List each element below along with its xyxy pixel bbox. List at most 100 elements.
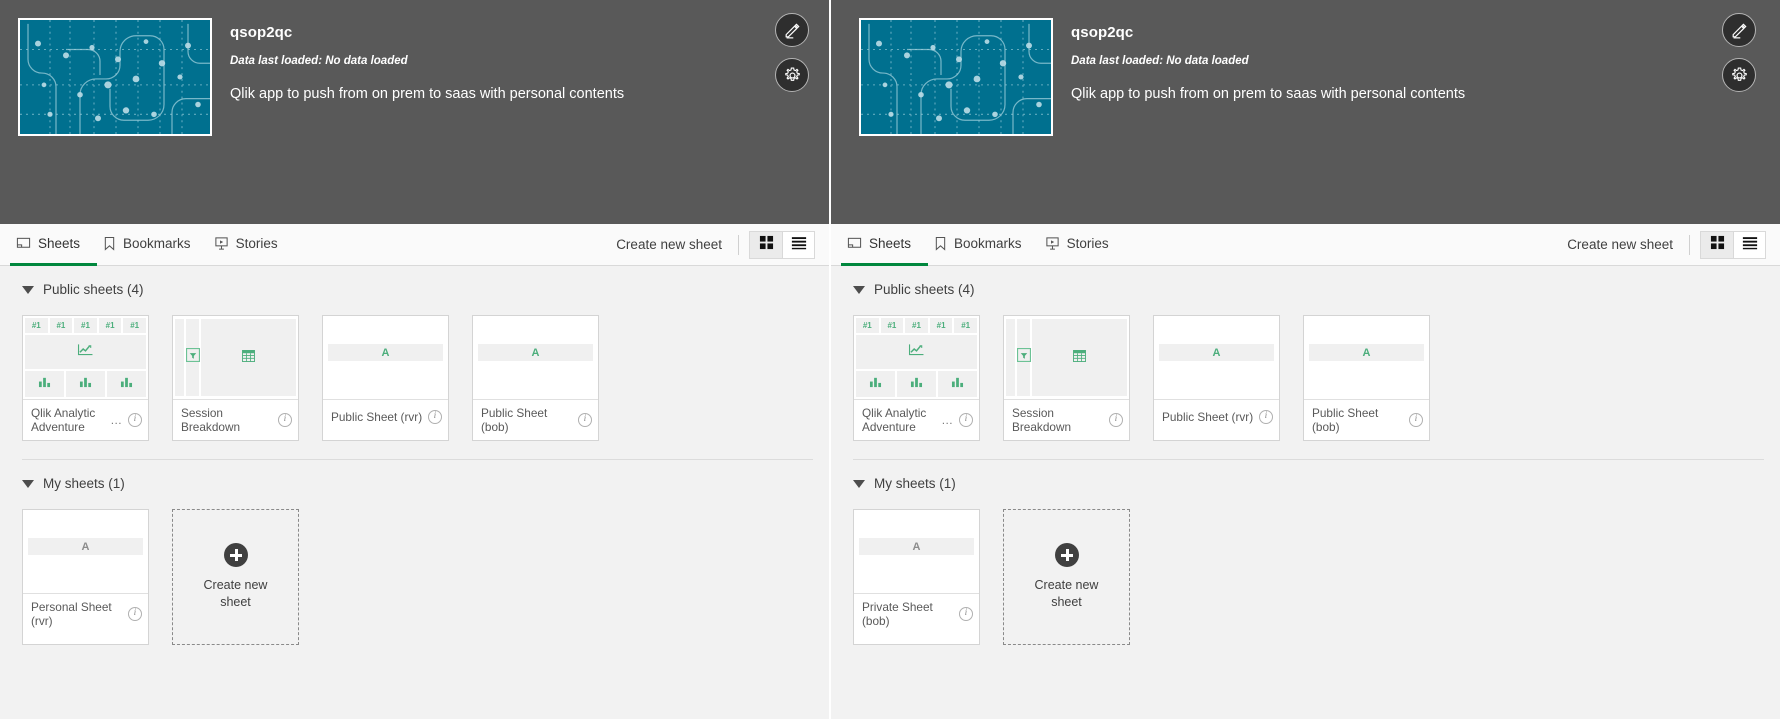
sheet-preview-text: A [23, 510, 148, 593]
sheet-preview-analytic: #1 #1 #1 #1 #1 [854, 316, 979, 399]
table-icon [242, 349, 255, 367]
section-header[interactable]: Public sheets (4) [16, 266, 813, 297]
tab-stories[interactable]: Stories [1039, 224, 1126, 266]
pencil-icon [783, 21, 802, 40]
sheet-card[interactable]: #1 #1 #1 #1 #1 Qlik Analytic Adventure … i [853, 315, 980, 441]
sheet-preview-text: A [1304, 316, 1429, 399]
create-new-sheet-tile[interactable]: Create new sheet [172, 509, 299, 645]
sheet-thumbnail[interactable]: A [854, 510, 979, 593]
section-header[interactable]: Public sheets (4) [847, 266, 1764, 297]
sheet-thumbnail[interactable]: #1 #1 #1 #1 #1 [854, 316, 979, 399]
app-settings-button[interactable] [1722, 58, 1756, 92]
list-view-toggle[interactable] [782, 231, 814, 258]
sheet-info-icon[interactable]: i [128, 413, 142, 427]
sheet-info-icon[interactable]: i [959, 413, 973, 427]
bar-chart-row [856, 371, 977, 397]
gear-icon [783, 66, 802, 85]
section-title: Public sheets (4) [43, 282, 144, 297]
kpi-row: #1 #1 #1 #1 #1 [25, 318, 146, 333]
sheet-thumbnail[interactable] [1004, 316, 1129, 399]
sheet-info-icon[interactable]: i [959, 607, 973, 621]
sheet-card[interactable]: A Public Sheet (rvr) i [322, 315, 449, 441]
app-settings-button[interactable] [775, 58, 809, 92]
sheet-card[interactable]: Session Breakdown i [1003, 315, 1130, 441]
sheet-card-grid: A Private Sheet (bob) i Create new sheet [847, 491, 1764, 645]
sheet-title-ellipsis: … [110, 413, 122, 427]
bar-chart-icon [951, 375, 964, 393]
kpi-tile: #1 [880, 318, 904, 333]
section-title: My sheets (1) [43, 476, 125, 491]
section-header[interactable]: My sheets (1) [847, 460, 1764, 491]
sheet-thumbnail[interactable]: A [323, 316, 448, 399]
app-description: Qlik app to push from on prem to saas wi… [1071, 86, 1466, 102]
sheet-thumbnail[interactable]: #1 #1 #1 #1 #1 [23, 316, 148, 399]
text-object-tile: A [859, 538, 974, 555]
grid-view-toggle[interactable] [1701, 231, 1733, 258]
edit-sheet-button[interactable] [1722, 13, 1756, 47]
sheets-section: My sheets (1) A Personal Sheet (rvr) i C… [0, 460, 829, 645]
sheet-card[interactable]: A Private Sheet (bob) i [853, 509, 980, 645]
kpi-tile: #1 [49, 318, 73, 333]
plus-icon [1054, 543, 1079, 567]
tab-bookmarks[interactable]: Bookmarks [928, 224, 1039, 266]
sheet-thumbnail[interactable]: A [1154, 316, 1279, 399]
sheet-info-icon[interactable]: i [1259, 410, 1273, 424]
sheet-card-label: Personal Sheet (rvr) i [23, 593, 148, 634]
kpi-tile: #1 [929, 318, 953, 333]
tab-bookmarks[interactable]: Bookmarks [97, 224, 208, 266]
kpi-tile: #1 [25, 318, 48, 333]
app-overview-panel-left: qsop2qc Data last loaded: No data loaded… [0, 0, 831, 719]
tabbar-right-controls: Create new sheet [1567, 224, 1780, 265]
tab-sheets[interactable]: Sheets [841, 224, 929, 266]
create-new-sheet-tile[interactable]: Create new sheet [1003, 509, 1130, 645]
sheet-thumbnail[interactable]: A [1304, 316, 1429, 399]
section-header[interactable]: My sheets (1) [16, 460, 813, 491]
kpi-tile: #1 [905, 318, 928, 333]
sheet-card[interactable]: Session Breakdown i [172, 315, 299, 441]
app-title: qsop2qc [1071, 24, 1134, 41]
sheet-card[interactable]: A Public Sheet (rvr) i [1153, 315, 1280, 441]
bar-chart-icon [38, 375, 51, 393]
filterpane-icon [185, 348, 200, 367]
app-meta: qsop2qc Data last loaded: No data loaded… [230, 18, 829, 103]
tab-sheets[interactable]: Sheets [10, 224, 98, 266]
sheet-card[interactable]: #1 #1 #1 #1 #1 Qlik Analytic Adventure … i [22, 315, 149, 441]
grid-icon [759, 235, 774, 255]
toolbar-divider [1689, 234, 1690, 255]
sheet-info-icon[interactable]: i [578, 413, 592, 427]
create-new-sheet-button[interactable]: Create new sheet [616, 237, 738, 252]
grid-view-toggle[interactable] [750, 231, 782, 258]
sheets-section: Public sheets (4) #1 #1 #1 #1 #1 Qlik Analyt… [831, 266, 1780, 460]
kpi-tile: #1 [954, 318, 977, 333]
sheet-info-icon[interactable]: i [128, 607, 142, 621]
edit-sheet-button[interactable] [775, 13, 809, 47]
tab-list: Sheets Bookmarks Stories [10, 224, 295, 266]
sheet-card[interactable]: A Personal Sheet (rvr) i [22, 509, 149, 645]
sheet-card[interactable]: A Public Sheet (bob) i [1303, 315, 1430, 441]
kpi-tile: #1 [74, 318, 97, 333]
sheet-card-grid: A Personal Sheet (rvr) i Create new shee… [16, 491, 813, 645]
sheet-thumbnail[interactable]: A [473, 316, 598, 399]
sheet-title: Personal Sheet (rvr) [31, 600, 112, 628]
tab-label: Bookmarks [123, 236, 191, 251]
section-title: My sheets (1) [874, 476, 956, 491]
sheet-info-icon[interactable]: i [1109, 413, 1123, 427]
sheet-title: Public Sheet (rvr) [1162, 410, 1254, 424]
sheet-info-icon[interactable]: i [1409, 413, 1423, 427]
tab-label: Sheets [38, 236, 81, 251]
sheet-info-icon[interactable]: i [428, 410, 442, 424]
line-chart-icon [908, 343, 925, 361]
bookmark-icon [103, 236, 116, 251]
create-new-sheet-button[interactable]: Create new sheet [1567, 237, 1689, 252]
story-icon [1045, 236, 1060, 251]
list-view-toggle[interactable] [1733, 231, 1765, 258]
grid-icon [1710, 235, 1725, 255]
sheet-thumbnail[interactable] [173, 316, 298, 399]
sheet-icon [16, 236, 31, 251]
sheet-thumbnail[interactable]: A [23, 510, 148, 593]
tab-stories[interactable]: Stories [208, 224, 295, 266]
sheet-card-label: Qlik Analytic Adventure … i [854, 399, 979, 440]
list-icon [791, 235, 807, 255]
sheet-card[interactable]: A Public Sheet (bob) i [472, 315, 599, 441]
sheet-info-icon[interactable]: i [278, 413, 292, 427]
